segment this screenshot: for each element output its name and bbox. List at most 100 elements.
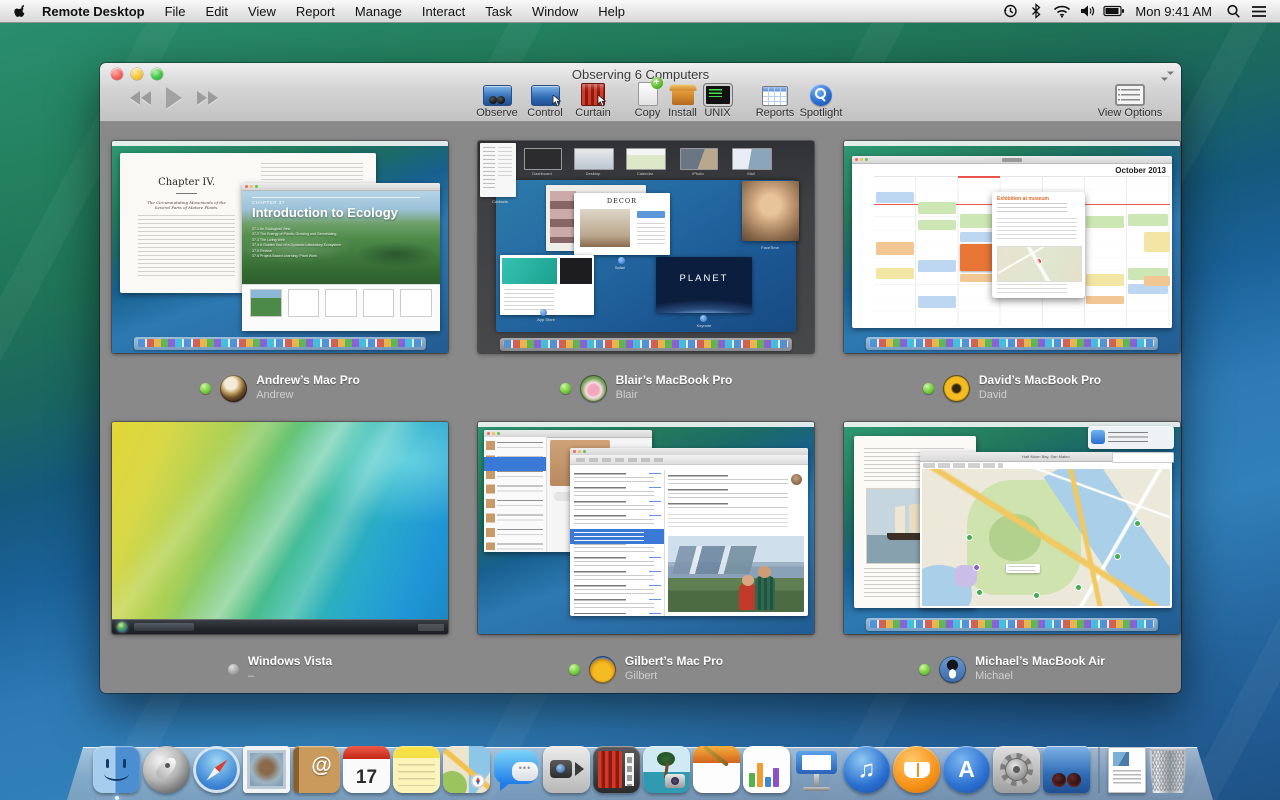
computer-label-vista[interactable]: Windows Vista – (112, 653, 448, 685)
vista-taskbar (112, 619, 448, 634)
menu-file[interactable]: File (155, 4, 196, 19)
computer-user: Gilbert (625, 669, 723, 684)
mail-reading-pane (668, 472, 804, 512)
back-button[interactable] (130, 91, 151, 105)
menu-view[interactable]: View (238, 4, 286, 19)
dock-contacts-icon[interactable]: @ (293, 746, 340, 793)
dock-system-preferences-icon[interactable] (993, 746, 1040, 793)
dock-numbers-icon[interactable] (743, 746, 790, 793)
menu-app-name[interactable]: Remote Desktop (38, 4, 155, 19)
fullscreen-icon[interactable] (1162, 69, 1173, 80)
computer-thumbnail-andrew[interactable]: Chapter IV. The Circumnutating Movements… (112, 141, 448, 353)
dock-finder-icon[interactable] (93, 746, 140, 793)
reports-button[interactable]: Reports (754, 81, 796, 119)
keynote-app-icon (700, 315, 707, 322)
bluetooth-icon[interactable] (1025, 0, 1047, 22)
install-package-icon (672, 90, 694, 105)
spotlight-button[interactable]: Spotlight (800, 81, 842, 119)
computer-thumbnail-david[interactable]: October 2013 (844, 141, 1180, 353)
window-title: Observing 6 Computers (572, 67, 709, 82)
wifi-icon[interactable] (1051, 0, 1073, 22)
unix-button[interactable]: UNIX (701, 81, 734, 119)
computer-label-gilbert[interactable]: Gilbert’s Mac Pro Gilbert (478, 653, 814, 685)
computer-cell-blair: Dashboard Desktop Calendar iPhoto Mail C… (478, 141, 814, 422)
dock-notes-icon[interactable] (393, 746, 440, 793)
menu-bar: Remote Desktop File Edit View Report Man… (0, 0, 1280, 23)
computer-cell-andrew: Chapter IV. The Circumnutating Movements… (112, 141, 448, 422)
dock-safari-icon[interactable] (193, 746, 240, 793)
computer-name: Michael’s MacBook Air (975, 654, 1105, 669)
computer-name: Blair’s MacBook Pro (616, 373, 733, 388)
computer-label-andrew[interactable]: Andrew’s Mac Pro Andrew (112, 372, 448, 404)
volume-icon[interactable] (1077, 0, 1099, 22)
copy-button[interactable]: Copy (631, 81, 664, 119)
zoom-button[interactable] (151, 68, 163, 80)
dock-separator (1093, 743, 1105, 793)
dock-launchpad-icon[interactable] (143, 746, 190, 793)
computer-label-blair[interactable]: Blair’s MacBook Pro Blair (478, 372, 814, 404)
dock-maps-icon[interactable] (443, 746, 490, 793)
observe-button[interactable]: Observe (476, 81, 518, 119)
computer-label-david[interactable]: David’s MacBook Pro David (844, 372, 1180, 404)
mini-calendar-window: October 2013 (852, 156, 1172, 328)
control-button[interactable]: Control (524, 81, 566, 119)
view-options-icon (1115, 84, 1145, 106)
mini-mail-window (570, 448, 808, 616)
computer-label-michael[interactable]: Michael’s MacBook Air Michael (844, 653, 1180, 685)
menu-task[interactable]: Task (475, 4, 522, 19)
ibooks-page-thumbnails (242, 284, 440, 331)
computer-thumbnail-blair[interactable]: Dashboard Desktop Calendar iPhoto Mail C… (478, 141, 814, 353)
mc-space-iphoto (680, 148, 718, 170)
dock-itunes-icon[interactable]: ♫ (843, 746, 890, 793)
toolbar: Observe Control Curtain (100, 85, 1181, 121)
dock-remote-desktop-icon[interactable] (1043, 746, 1090, 793)
mini-contacts-window (480, 143, 516, 197)
menu-bar-clock[interactable]: Mon 9:41 AM (1129, 4, 1218, 19)
menu-help[interactable]: Help (588, 4, 635, 19)
time-machine-icon[interactable] (999, 0, 1021, 22)
vista-task-button (134, 623, 194, 631)
dock-ibooks-icon[interactable] (893, 746, 940, 793)
computer-thumbnail-michael[interactable]: Half Moon Bay, San Mateo (844, 422, 1180, 634)
dock-text-document-icon[interactable] (1108, 747, 1146, 793)
mini-dock (866, 337, 1158, 350)
menu-manage[interactable]: Manage (345, 4, 412, 19)
forward-button[interactable] (197, 91, 218, 105)
view-options-button[interactable]: View Options (1095, 81, 1165, 119)
mini-appstore-window (500, 255, 594, 315)
computer-thumbnail-gilbert[interactable] (478, 422, 814, 634)
status-dot-offline (228, 664, 239, 675)
dock-facetime-icon[interactable] (543, 746, 590, 793)
mini-maps-window: Half Moon Bay, San Mateo (920, 452, 1172, 608)
apple-menu-icon[interactable] (0, 3, 38, 19)
map-callout (1006, 564, 1040, 573)
notification-center-icon[interactable] (1248, 0, 1270, 22)
menu-interact[interactable]: Interact (412, 4, 475, 19)
reports-table-icon (762, 86, 788, 106)
menu-edit[interactable]: Edit (196, 4, 238, 19)
play-button[interactable] (166, 87, 182, 109)
dock-trash-icon[interactable] (1149, 747, 1187, 793)
dock-mail-icon[interactable] (243, 746, 290, 793)
copy-icon (638, 82, 658, 106)
dock-calendar-icon[interactable]: 17 (343, 746, 390, 793)
dock-pages-icon[interactable] (693, 746, 740, 793)
mc-space-desktop (574, 148, 614, 170)
close-button[interactable] (111, 68, 123, 80)
dock-iphoto-icon[interactable] (643, 746, 690, 793)
safari-app-icon (618, 257, 625, 264)
menu-report[interactable]: Report (286, 4, 345, 19)
status-dot-online (923, 383, 934, 394)
dock-app-store-icon[interactable]: A (943, 746, 990, 793)
dock-photo-booth-icon[interactable] (593, 746, 640, 793)
install-button[interactable]: Install (666, 81, 699, 119)
battery-icon[interactable] (1103, 0, 1125, 22)
dock-keynote-icon[interactable] (793, 746, 840, 793)
spotlight-menu-icon[interactable] (1222, 0, 1244, 22)
menu-window[interactable]: Window (522, 4, 588, 19)
dock-messages-icon[interactable]: ••• (493, 746, 540, 793)
aurora-streaks (112, 422, 448, 634)
computer-thumbnail-vista[interactable] (112, 422, 448, 634)
minimize-button[interactable] (131, 68, 143, 80)
curtain-button[interactable]: Curtain (572, 81, 614, 119)
